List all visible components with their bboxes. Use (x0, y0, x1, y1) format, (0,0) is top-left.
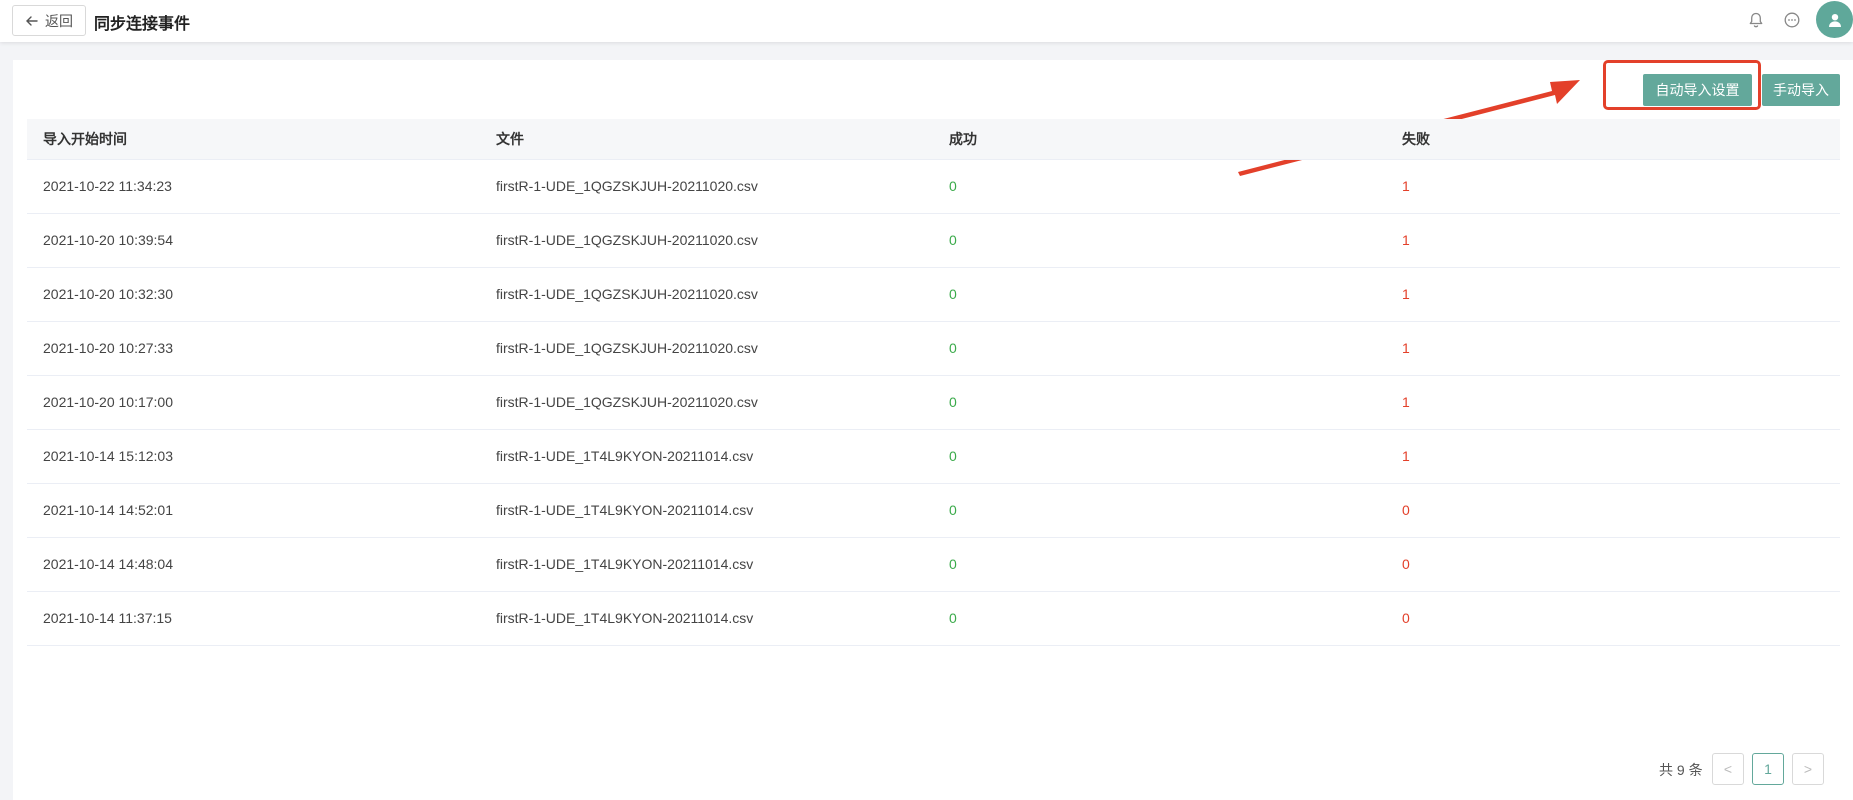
top-header: 返回 同步连接事件 (0, 0, 1853, 42)
cell-file: firstR-1-UDE_1QGZSKJUH-20211020.csv (480, 159, 933, 214)
cell-success: 0 (933, 537, 1386, 592)
cell-success: 0 (933, 375, 1386, 430)
cell-fail: 1 (1386, 267, 1840, 322)
cell-fail: 0 (1386, 591, 1840, 646)
page-title: 同步连接事件 (94, 16, 191, 33)
bell-icon[interactable] (1747, 11, 1765, 29)
table-row: 2021-10-14 11:37:15 firstR-1-UDE_1T4L9KY… (27, 591, 1840, 646)
avatar[interactable] (1816, 1, 1853, 38)
pagination-total: 共 9 条 (1659, 762, 1703, 778)
chevron-left-icon: < (1723, 761, 1733, 777)
cell-file: firstR-1-UDE_1QGZSKJUH-20211020.csv (480, 213, 933, 268)
cell-success: 0 (933, 213, 1386, 268)
column-header-file[interactable]: 文件 (480, 119, 933, 160)
cell-success: 0 (933, 429, 1386, 484)
cell-fail: 0 (1386, 483, 1840, 538)
cell-start-time: 2021-10-14 11:37:15 (27, 591, 480, 646)
table-row: 2021-10-14 14:48:04 firstR-1-UDE_1T4L9KY… (27, 537, 1840, 592)
column-header-start-time[interactable]: 导入开始时间 (27, 119, 480, 160)
cell-success: 0 (933, 321, 1386, 376)
cell-file: firstR-1-UDE_1T4L9KYON-20211014.csv (480, 483, 933, 538)
cell-success: 0 (933, 483, 1386, 538)
cell-fail: 1 (1386, 159, 1840, 214)
cell-file: firstR-1-UDE_1QGZSKJUH-20211020.csv (480, 267, 933, 322)
arrow-left-icon (26, 15, 38, 26)
cell-file: firstR-1-UDE_1QGZSKJUH-20211020.csv (480, 375, 933, 430)
cell-fail: 1 (1386, 429, 1840, 484)
annotation-highlight-box (1603, 60, 1761, 110)
cell-success: 0 (933, 159, 1386, 214)
cell-fail: 0 (1386, 537, 1840, 592)
column-header-success[interactable]: 成功 (933, 119, 1386, 160)
pagination-next-button[interactable]: > (1792, 753, 1824, 785)
table-header-row: 导入开始时间 文件 成功 失败 (27, 119, 1840, 160)
cell-success: 0 (933, 591, 1386, 646)
table-row: 2021-10-20 10:27:33 firstR-1-UDE_1QGZSKJ… (27, 321, 1840, 376)
user-icon (1828, 13, 1841, 27)
table-row: 2021-10-20 10:32:30 firstR-1-UDE_1QGZSKJ… (27, 267, 1840, 322)
cell-success: 0 (933, 267, 1386, 322)
table-row: 2021-10-22 11:34:23 firstR-1-UDE_1QGZSKJ… (27, 159, 1840, 214)
table-row: 2021-10-20 10:39:54 firstR-1-UDE_1QGZSKJ… (27, 213, 1840, 268)
cell-file: firstR-1-UDE_1T4L9KYON-20211014.csv (480, 429, 933, 484)
table-row: 2021-10-20 10:17:00 firstR-1-UDE_1QGZSKJ… (27, 375, 1840, 430)
cell-fail: 1 (1386, 213, 1840, 268)
table-row: 2021-10-14 14:52:01 firstR-1-UDE_1T4L9KY… (27, 483, 1840, 538)
cell-fail: 1 (1386, 321, 1840, 376)
cell-start-time: 2021-10-14 15:12:03 (27, 429, 480, 484)
pagination-page-1[interactable]: 1 (1752, 753, 1784, 785)
table-row: 2021-10-14 15:12:03 firstR-1-UDE_1T4L9KY… (27, 429, 1840, 484)
cell-start-time: 2021-10-22 11:34:23 (27, 159, 480, 214)
chevron-right-icon: > (1803, 761, 1813, 777)
column-header-fail[interactable]: 失败 (1386, 119, 1840, 160)
cell-file: firstR-1-UDE_1T4L9KYON-20211014.csv (480, 591, 933, 646)
cell-file: firstR-1-UDE_1QGZSKJUH-20211020.csv (480, 321, 933, 376)
cell-start-time: 2021-10-20 10:39:54 (27, 213, 480, 268)
manual-import-button[interactable]: 手动导入 (1762, 74, 1840, 106)
cell-start-time: 2021-10-14 14:48:04 (27, 537, 480, 592)
back-label: 返回 (45, 12, 73, 29)
cell-start-time: 2021-10-14 14:52:01 (27, 483, 480, 538)
cell-start-time: 2021-10-20 10:32:30 (27, 267, 480, 322)
cell-fail: 1 (1386, 375, 1840, 430)
pagination-prev-button[interactable]: < (1712, 753, 1744, 785)
import-events-table: 导入开始时间 文件 成功 失败 2021-10-22 11:34:23 firs… (27, 119, 1840, 646)
back-button[interactable]: 返回 (12, 5, 86, 36)
cell-file: firstR-1-UDE_1T4L9KYON-20211014.csv (480, 537, 933, 592)
cell-start-time: 2021-10-20 10:27:33 (27, 321, 480, 376)
chat-icon[interactable] (1783, 11, 1801, 29)
cell-start-time: 2021-10-20 10:17:00 (27, 375, 480, 430)
